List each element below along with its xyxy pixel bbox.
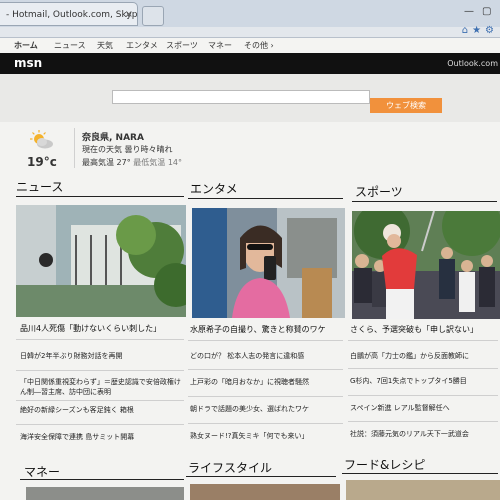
sports-link-1[interactable]: 白鵬が高「力士の鑑」から反面教師に: [350, 351, 498, 361]
section-rule-sports: [352, 201, 497, 202]
browser-tab[interactable]: - Hotmail, Outlook.com, Skype, ... ×: [0, 2, 138, 26]
browser-toolbar: ⌂★⚙: [0, 25, 500, 38]
msn-top-nav: ホーム ニュース 天気 エンタメ スポーツ マネー その他 ›: [0, 38, 500, 53]
nav-news[interactable]: ニュース: [54, 38, 86, 53]
sports-link-4[interactable]: 社説：須藤元気のリアル天下一武道会: [350, 429, 498, 439]
section-title-news[interactable]: ニュース: [16, 178, 63, 195]
outlook-link[interactable]: Outlook.com: [447, 59, 498, 68]
weather-low: 最低気温 14°: [133, 158, 183, 167]
sports-headline[interactable]: さくら、予選突破も「申し訳ない」: [350, 324, 478, 335]
new-tab-button[interactable]: [142, 6, 164, 26]
section-title-food[interactable]: フード&レシピ: [344, 456, 425, 473]
nav-entertainment[interactable]: エンタメ: [126, 38, 158, 53]
section-rule-food: [342, 473, 498, 474]
news-photo[interactable]: [16, 205, 186, 317]
section-title-entertainment[interactable]: エンタメ: [190, 180, 238, 197]
tab-close-icon[interactable]: ×: [125, 3, 133, 25]
minimize-icon[interactable]: —: [464, 6, 474, 17]
section-rule-entertainment: [188, 198, 343, 199]
news-rule-4: [16, 424, 184, 425]
news-rule-1: [16, 339, 184, 340]
search-input[interactable]: [112, 90, 370, 104]
msn-header-bar: msn Outlook.com: [0, 53, 500, 74]
news-link-1[interactable]: 日韓が2年半ぶり財務対話を再開: [20, 351, 186, 361]
news-headline[interactable]: 品川4人死傷「動けないくらい刺した」: [20, 323, 161, 334]
entertainment-rule-3: [188, 396, 343, 397]
entertainment-link-1[interactable]: どの口が？ 松本人志の発言に違和感: [190, 351, 342, 361]
search-area: ウェブ検索: [0, 74, 500, 122]
news-link-4[interactable]: 海洋安全保障で連携 島サミット開幕: [20, 432, 186, 442]
money-photo[interactable]: [26, 487, 184, 500]
weather-condition: 現在の天気 曇り時々晴れ: [82, 145, 173, 154]
entertainment-link-3[interactable]: 朝ドラで話題の美少女、選ばれたワケ: [190, 404, 342, 414]
weather-location[interactable]: 奈良県, NARA: [82, 130, 144, 143]
lifestyle-photo[interactable]: [190, 484, 340, 500]
msn-logo[interactable]: msn: [14, 56, 42, 70]
sports-link-3[interactable]: スペイン新進 レアル監督解任へ: [350, 403, 498, 413]
entertainment-rule-1: [188, 340, 343, 341]
weather-divider: [74, 128, 75, 168]
nav-more[interactable]: その他 ›: [244, 38, 274, 53]
news-link-2[interactable]: 「中日関係重視変わらず」＝歴史認識で安倍政権けん制―習主席、訪中団に表明: [20, 377, 186, 397]
sports-rule-3: [348, 395, 498, 396]
entertainment-link-4[interactable]: 熟女ヌード!?真矢ミキ「何でも来い」: [190, 431, 342, 441]
nav-sports[interactable]: スポーツ: [166, 38, 198, 53]
toolbar-icons[interactable]: ⌂★⚙: [462, 25, 498, 36]
news-rule-2: [16, 370, 184, 371]
section-rule-money: [20, 479, 184, 480]
sports-rule-2: [348, 368, 498, 369]
sports-link-2[interactable]: G杉内、7回1失点でトップタイ5勝目: [350, 376, 498, 386]
weather-high: 最高気温 27°: [82, 158, 131, 167]
nav-weather[interactable]: 天気: [97, 38, 113, 53]
entertainment-rule-4: [188, 423, 343, 424]
entertainment-photo[interactable]: [192, 208, 345, 318]
browser-tab-bar: - Hotmail, Outlook.com, Skype, ... × — ▢: [0, 0, 500, 28]
entertainment-headline[interactable]: 水原希子の自撮り、驚きと称賛のワケ: [190, 324, 326, 335]
section-rule-news: [16, 196, 184, 197]
sports-rule-1: [348, 340, 498, 341]
section-rule-lifestyle: [186, 476, 336, 477]
sports-photo[interactable]: [352, 211, 500, 319]
tab-title: - Hotmail, Outlook.com, Skype, ...: [6, 10, 138, 20]
web-search-button[interactable]: ウェブ検索: [370, 98, 442, 113]
section-title-lifestyle[interactable]: ライフスタイル: [188, 459, 272, 476]
news-link-3[interactable]: 絶好の新緑シーズンも客足鈍く 箱根: [20, 405, 186, 415]
weather-temperature: 19°c: [27, 155, 57, 169]
section-title-money[interactable]: マネー: [24, 463, 60, 480]
entertainment-rule-2: [188, 369, 343, 370]
nav-home[interactable]: ホーム: [14, 38, 38, 53]
food-photo[interactable]: [346, 480, 500, 500]
window-controls: — ▢: [454, 0, 500, 27]
news-rule-3: [16, 400, 184, 401]
maximize-icon[interactable]: ▢: [482, 6, 491, 17]
entertainment-link-2[interactable]: 上戸彩の「暗月おなか」に視聴者騒然: [190, 377, 342, 387]
section-title-sports[interactable]: スポーツ: [355, 183, 403, 200]
partly-cloudy-icon: [30, 130, 53, 149]
nav-money[interactable]: マネー: [208, 38, 232, 53]
sports-rule-4: [348, 421, 498, 422]
weather-high-low: 最高気温 27° 最低気温 14°: [82, 157, 182, 168]
